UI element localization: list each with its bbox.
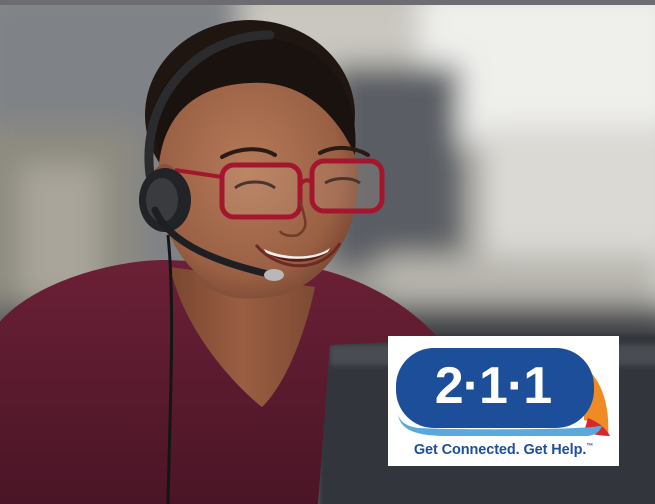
- logo-card: 2·1·1 Get Connected. Get Help.™: [388, 336, 619, 466]
- tagline-text: Get Connected. Get Help.: [413, 442, 587, 458]
- logo-tagline: Get Connected. Get Help.™: [388, 442, 619, 458]
- logo-number: 2·1·1: [434, 357, 552, 415]
- trademark-symbol: ™: [586, 443, 594, 450]
- page: 2·1·1 Get Connected. Get Help.™: [0, 0, 655, 504]
